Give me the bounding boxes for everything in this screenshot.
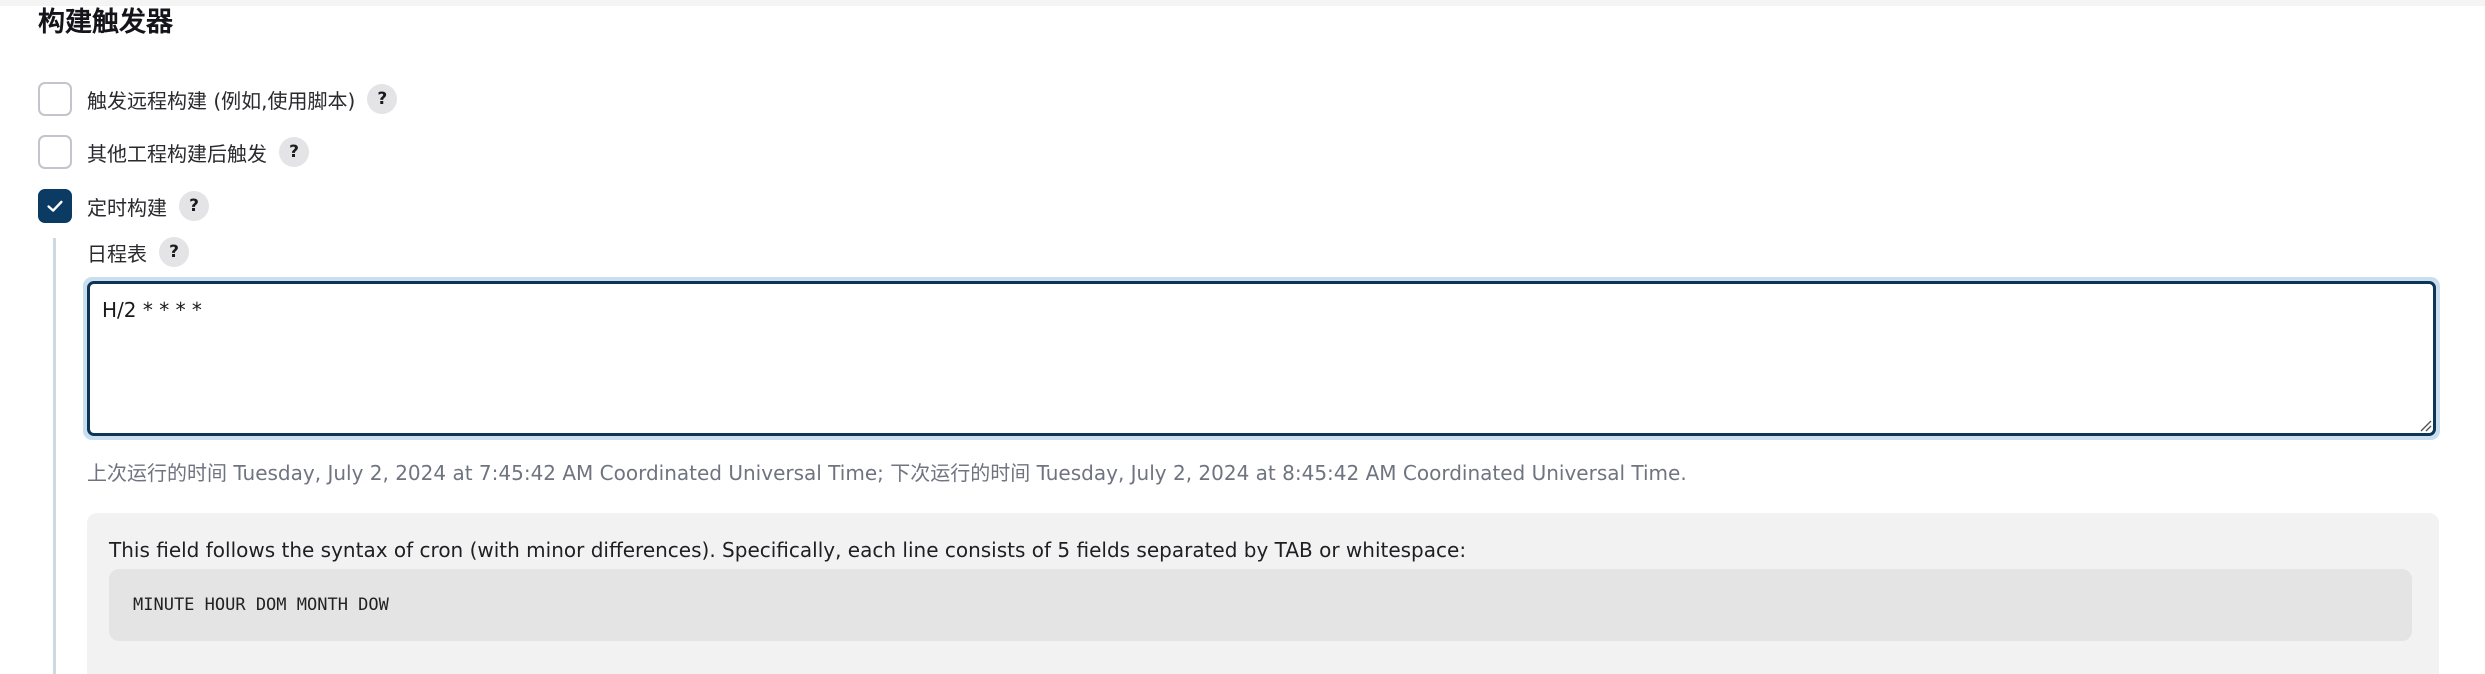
section-title: 构建触发器	[38, 7, 173, 38]
nested-section-bar	[53, 238, 56, 674]
remote-trigger-checkbox[interactable]	[38, 82, 72, 116]
help-icon[interactable]: ?	[179, 191, 209, 221]
top-divider	[0, 0, 2485, 6]
option-periodic-build[interactable]: 定时构建 ?	[38, 188, 209, 224]
checkmark-icon	[47, 200, 63, 212]
schedule-textarea-wrapper	[83, 277, 2440, 440]
resize-handle-icon[interactable]	[2418, 418, 2432, 432]
help-icon[interactable]: ?	[367, 84, 398, 114]
remote-trigger-label[interactable]: 触发远程构建 (例如,使用脚本)	[87, 85, 355, 114]
schedule-label: 日程表	[87, 241, 147, 266]
run-info-text: 上次运行的时间 Tuesday, July 2, 2024 at 7:45:42…	[87, 461, 1687, 485]
help-icon[interactable]: ?	[159, 237, 189, 267]
cron-syntax-code: MINUTE HOUR DOM MONTH DOW	[109, 569, 2412, 641]
upstream-trigger-checkbox[interactable]	[38, 135, 72, 169]
help-description: This field follows the syntax of cron (w…	[109, 538, 1467, 562]
help-panel: This field follows the syntax of cron (w…	[87, 513, 2439, 674]
option-upstream-trigger[interactable]: 其他工程构建后触发 ?	[38, 134, 309, 170]
option-remote-trigger[interactable]: 触发远程构建 (例如,使用脚本) ?	[38, 81, 398, 117]
help-icon[interactable]: ?	[279, 137, 309, 167]
schedule-label-row: 日程表 ?	[87, 235, 189, 269]
upstream-trigger-label[interactable]: 其他工程构建后触发	[87, 138, 267, 167]
schedule-input[interactable]	[87, 281, 2436, 436]
periodic-build-checkbox[interactable]	[38, 189, 72, 223]
periodic-build-label[interactable]: 定时构建	[87, 192, 167, 221]
